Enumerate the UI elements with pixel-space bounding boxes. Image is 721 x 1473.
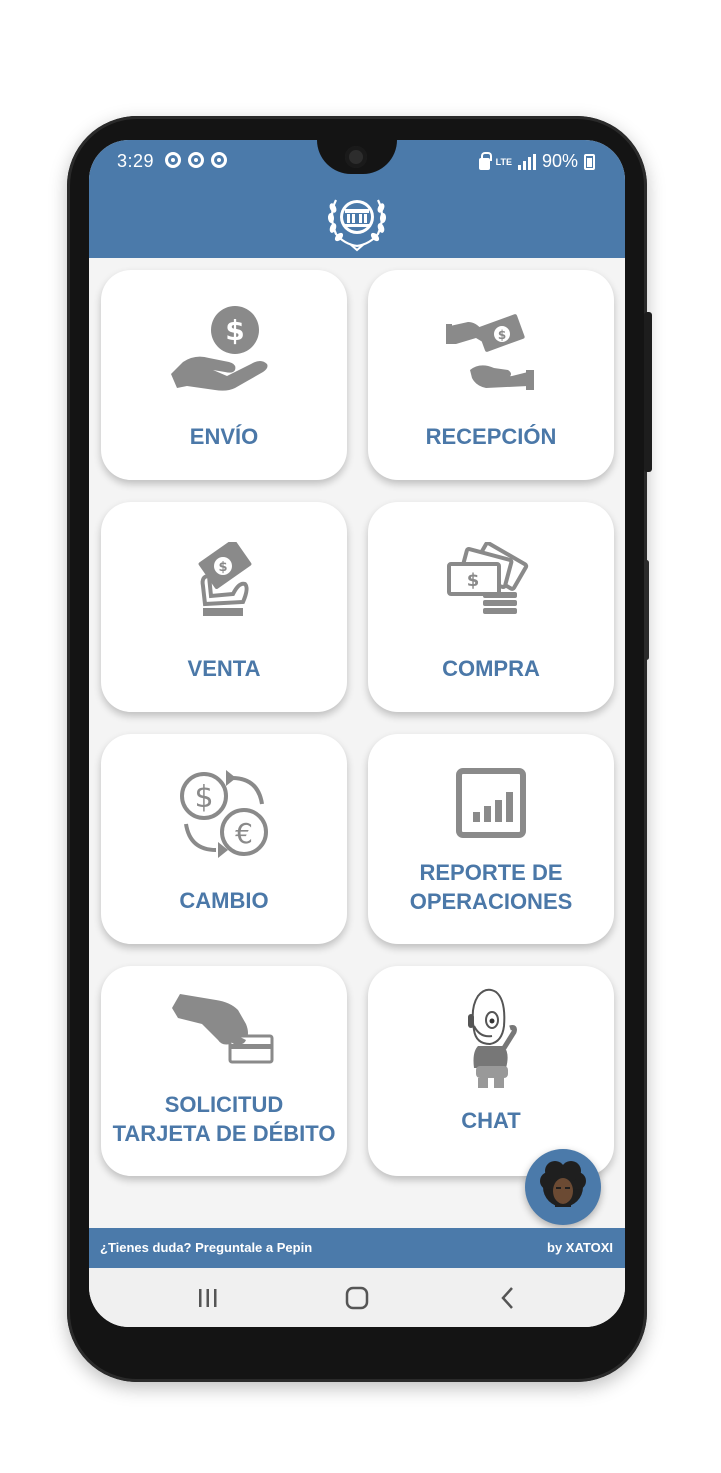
svg-text:$: $	[218, 560, 227, 575]
institution-laurel-logo-icon	[327, 199, 387, 252]
tile-label: RECEPCIÓN	[425, 424, 557, 449]
recents-icon	[199, 1289, 217, 1307]
app-header	[89, 182, 625, 258]
tile-label: SOLICITUD TARJETA DE DÉBITO	[112, 1092, 336, 1146]
power-button	[644, 312, 652, 472]
chatbot-mascot-icon	[468, 988, 517, 1088]
home-icon	[345, 1286, 369, 1310]
signal-icon	[517, 153, 536, 170]
tile-label: COMPRA	[442, 656, 540, 681]
tile-label: REPORTE DE OPERACIONES	[409, 860, 573, 914]
svg-text:$: $	[467, 570, 480, 591]
credits-text: by XATOXI	[547, 1240, 613, 1255]
sell-banknote-icon: $	[198, 542, 252, 616]
back-icon	[501, 1287, 513, 1309]
status-time: 3:29	[117, 151, 155, 171]
status-indicators: LTE 90%	[478, 151, 595, 172]
tile-label: CHAT	[461, 1108, 521, 1133]
tile-reporte-operaciones[interactable]: REPORTE DE OPERACIONES	[368, 734, 614, 944]
notification-icons	[165, 152, 227, 168]
notification-icon	[165, 152, 181, 168]
battery-percent: 90%	[541, 151, 578, 171]
volume-button	[644, 560, 649, 660]
back-button[interactable]	[488, 1284, 528, 1312]
hand-money-icon: $	[171, 306, 268, 391]
currency-exchange-icon: $ €	[180, 770, 268, 858]
tile-label: VENTA	[187, 656, 261, 681]
chat-fab-button[interactable]	[525, 1149, 601, 1225]
system-nav-bar	[89, 1268, 625, 1327]
money-handover-icon: $	[446, 314, 534, 390]
tile-solicitud-tarjeta[interactable]: SOLICITUD TARJETA DE DÉBITO	[101, 966, 347, 1176]
tile-chat[interactable]: CHAT	[368, 966, 614, 1176]
tile-venta[interactable]: $ VENTA	[101, 502, 347, 712]
svg-text:$: $	[194, 780, 213, 815]
front-camera	[345, 146, 367, 168]
svg-text:$: $	[498, 328, 506, 342]
notification-icon	[188, 152, 204, 168]
svg-text:€: €	[235, 817, 253, 850]
tile-cambio[interactable]: $ € CAMBIO	[101, 734, 347, 944]
home-button[interactable]	[337, 1284, 377, 1312]
banknotes-coins-icon: $	[447, 542, 529, 614]
lock-icon	[478, 151, 492, 170]
bar-chart-icon	[456, 768, 526, 838]
debit-card-hand-icon	[172, 994, 274, 1064]
recents-button[interactable]	[188, 1284, 228, 1312]
phone-screen: 3:29 LTE 90% $ ENVÍO $ RECEPCIÓN $ VENTA…	[89, 140, 625, 1327]
network-type: LTE	[495, 156, 512, 167]
tile-envio[interactable]: $ ENVÍO	[101, 270, 347, 480]
pepin-avatar-icon	[540, 1161, 586, 1207]
footer-bar: ¿Tienes duda? Preguntale a Pepin by XATO…	[89, 1228, 625, 1268]
battery-icon	[584, 153, 595, 170]
tile-compra[interactable]: $ COMPRA	[368, 502, 614, 712]
tile-label: ENVÍO	[189, 424, 259, 449]
help-prompt: ¿Tienes duda? Preguntale a Pepin	[100, 1240, 313, 1255]
tile-recepcion[interactable]: $ RECEPCIÓN	[368, 270, 614, 480]
tile-label: CAMBIO	[179, 888, 269, 913]
svg-text:$: $	[225, 314, 244, 347]
notification-icon	[211, 152, 227, 168]
